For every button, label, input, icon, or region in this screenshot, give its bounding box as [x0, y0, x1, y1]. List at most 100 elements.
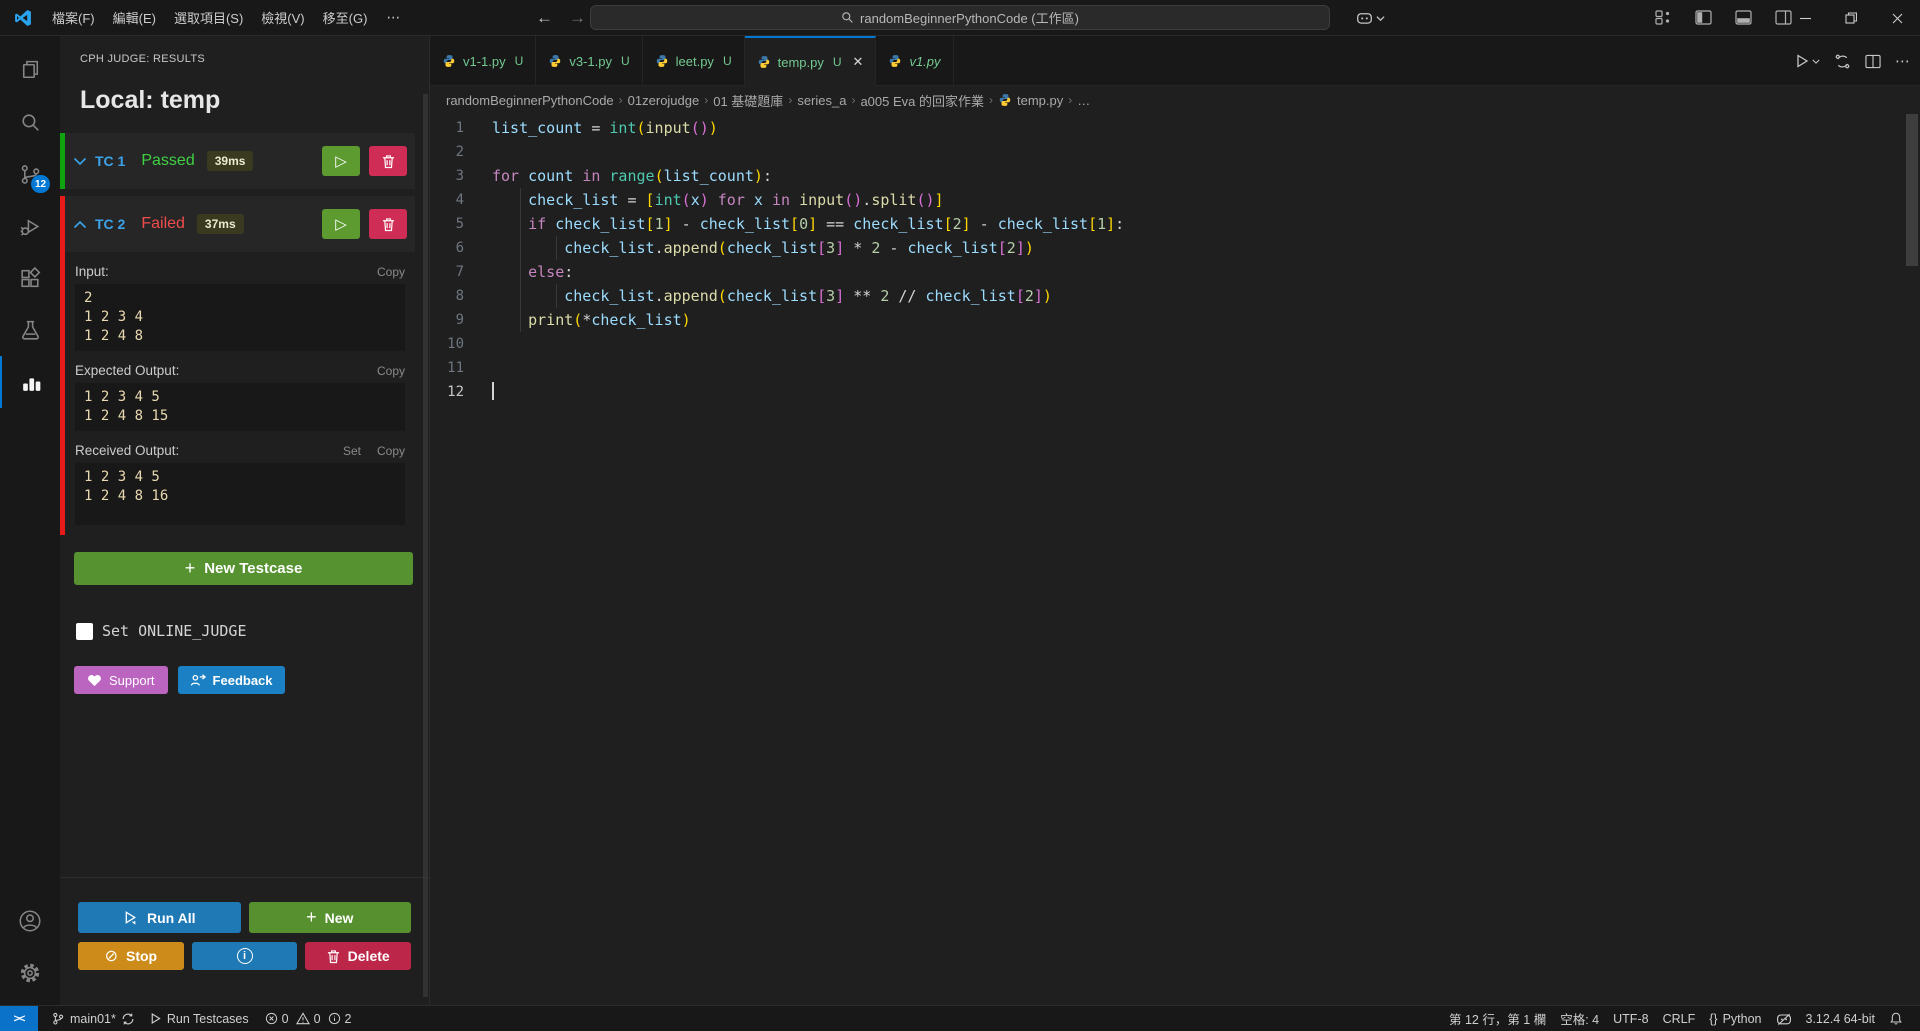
- run-all-button[interactable]: Run All: [78, 902, 241, 933]
- menu-view[interactable]: 檢視(V): [252, 5, 313, 30]
- tab-v1.py[interactable]: v1.py: [876, 36, 953, 86]
- eol-item[interactable]: CRLF: [1656, 1006, 1703, 1031]
- run-testcase-button[interactable]: ▷: [322, 146, 360, 176]
- tab-v3-1.py[interactable]: v3-1.pyU: [536, 36, 642, 86]
- info-button[interactable]: i: [192, 942, 298, 970]
- breadcrumb-item[interactable]: a005 Eva 的回家作業: [860, 91, 984, 110]
- copilot-icon: [1356, 11, 1373, 25]
- new-testcase-button[interactable]: + New Testcase: [74, 552, 413, 585]
- editor-scrollbar[interactable]: [1906, 114, 1918, 266]
- tab-leet.py[interactable]: leet.pyU: [643, 36, 745, 86]
- encoding-item[interactable]: UTF-8: [1606, 1006, 1655, 1031]
- line-number: 4: [430, 188, 492, 212]
- delete-testcase-button[interactable]: [369, 209, 407, 239]
- info-count: 2: [345, 1012, 352, 1026]
- breadcrumb-item[interactable]: …: [1077, 93, 1090, 108]
- tab-v1-1.py[interactable]: v1-1.pyU: [430, 36, 536, 86]
- line-number: 10: [430, 332, 492, 356]
- breadcrumb-item[interactable]: 01zerojudge: [628, 93, 700, 108]
- customize-layout-icon[interactable]: [1648, 5, 1678, 31]
- code-line-content: check_list.append(check_list[3] * 2 - ch…: [492, 236, 1034, 260]
- git-branch-item[interactable]: main01*: [44, 1006, 142, 1031]
- tab-close-icon[interactable]: ✕: [853, 54, 864, 70]
- testcase-row[interactable]: TC 2Failed37ms▷: [65, 196, 415, 252]
- tab-label: v1-1.py: [463, 54, 506, 69]
- set-link[interactable]: Set: [343, 444, 361, 458]
- forward-icon[interactable]: →: [569, 8, 586, 28]
- support-button[interactable]: Support: [74, 666, 168, 694]
- copilot-menu[interactable]: [1356, 11, 1385, 25]
- section-label: Input:: [75, 264, 109, 279]
- window-controls: [1782, 0, 1920, 36]
- command-center[interactable]: randomBeginnerPythonCode (工作區): [590, 5, 1330, 30]
- menu-goto[interactable]: 移至(G): [314, 5, 377, 30]
- indentation-item[interactable]: 空格: 4: [1553, 1006, 1606, 1031]
- section-text[interactable]: 1 2 3 4 5 1 2 4 8 15: [75, 383, 405, 431]
- trash-icon: [327, 949, 340, 964]
- explorer-icon[interactable]: [0, 44, 60, 96]
- minimize-icon[interactable]: [1782, 0, 1828, 36]
- copy-link[interactable]: Copy: [377, 444, 405, 458]
- run-python-file-button[interactable]: [1794, 53, 1820, 69]
- section-label: Expected Output:: [75, 363, 179, 378]
- line-number: 5: [430, 212, 492, 236]
- delete-testcase-button[interactable]: [369, 146, 407, 176]
- run-debug-icon[interactable]: [0, 200, 60, 252]
- copilot-disabled-icon[interactable]: [1769, 1006, 1799, 1031]
- code-line: 10: [430, 332, 1920, 356]
- breadcrumb-item[interactable]: 01 基礎題庫: [713, 91, 783, 110]
- problems-item[interactable]: 0 0 2: [256, 1006, 359, 1031]
- search-view-icon[interactable]: [0, 96, 60, 148]
- online-judge-row: Set ONLINE_JUDGE: [76, 622, 429, 640]
- python-runtime-item[interactable]: 3.12.4 64-bit: [1799, 1006, 1883, 1031]
- menu-selection[interactable]: 選取項目(S): [165, 5, 252, 30]
- sidebar-scrollbar[interactable]: [423, 94, 428, 997]
- split-editor-icon[interactable]: [1865, 54, 1881, 69]
- remote-indicator[interactable]: ><: [0, 1006, 38, 1031]
- breadcrumb-item[interactable]: series_a: [797, 93, 846, 108]
- toggle-primary-sidebar-icon[interactable]: [1688, 5, 1718, 31]
- notifications-bell-icon[interactable]: [1882, 1006, 1910, 1031]
- settings-gear-icon[interactable]: [0, 947, 60, 999]
- delete-button[interactable]: Delete: [305, 942, 411, 970]
- cph-run-icon[interactable]: [1834, 53, 1851, 70]
- testing-icon[interactable]: [0, 304, 60, 356]
- section-text[interactable]: 1 2 3 4 5 1 2 4 8 16: [75, 463, 405, 525]
- menu-file[interactable]: 檔案(F): [43, 5, 104, 30]
- copy-link[interactable]: Copy: [377, 265, 405, 279]
- more-actions-icon[interactable]: ⋯: [1895, 52, 1910, 70]
- tab-temp.py[interactable]: temp.pyU✕: [745, 36, 877, 86]
- source-control-icon[interactable]: 12: [0, 148, 60, 200]
- online-judge-checkbox[interactable]: [76, 623, 93, 640]
- new-button[interactable]: + New: [249, 902, 412, 933]
- menu-more-icon[interactable]: ⋯: [376, 6, 410, 29]
- restore-icon[interactable]: [1828, 0, 1874, 36]
- language-item[interactable]: {} Python: [1702, 1006, 1768, 1031]
- toggle-panel-icon[interactable]: [1728, 5, 1758, 31]
- chevron-down-icon: [1376, 14, 1385, 22]
- accounts-icon[interactable]: [0, 895, 60, 947]
- crumb-separator-icon: ›: [1068, 93, 1072, 107]
- breadcrumb-item[interactable]: randomBeginnerPythonCode: [446, 93, 614, 108]
- section-actions: Copy: [377, 364, 405, 378]
- extensions-icon[interactable]: [0, 252, 60, 304]
- breadcrumb-item[interactable]: temp.py: [998, 93, 1063, 108]
- cursor-position-item[interactable]: 第 12 行，第 1 欄: [1442, 1006, 1553, 1031]
- cph-judge-icon[interactable]: [0, 356, 60, 408]
- close-window-icon[interactable]: [1874, 0, 1920, 36]
- chevron-down-icon[interactable]: [73, 157, 87, 166]
- heart-icon: [87, 674, 102, 687]
- copy-link[interactable]: Copy: [377, 364, 405, 378]
- menu-edit[interactable]: 編輯(E): [104, 5, 165, 30]
- feedback-button[interactable]: Feedback: [178, 666, 285, 694]
- chevron-up-icon[interactable]: [73, 220, 87, 229]
- code-line: 11: [430, 356, 1920, 380]
- section-header: Input: Copy: [75, 264, 405, 279]
- stop-button[interactable]: ⊘ Stop: [78, 942, 184, 970]
- code-editor[interactable]: 1list_count = int(input())23for count in…: [430, 114, 1920, 1005]
- run-testcase-button[interactable]: ▷: [322, 209, 360, 239]
- back-icon[interactable]: ←: [536, 8, 553, 28]
- section-text[interactable]: 2 1 2 3 4 1 2 4 8: [75, 284, 405, 351]
- run-testcases-item[interactable]: Run Testcases: [142, 1006, 256, 1031]
- testcase-row[interactable]: TC 1Passed39ms▷: [65, 133, 415, 189]
